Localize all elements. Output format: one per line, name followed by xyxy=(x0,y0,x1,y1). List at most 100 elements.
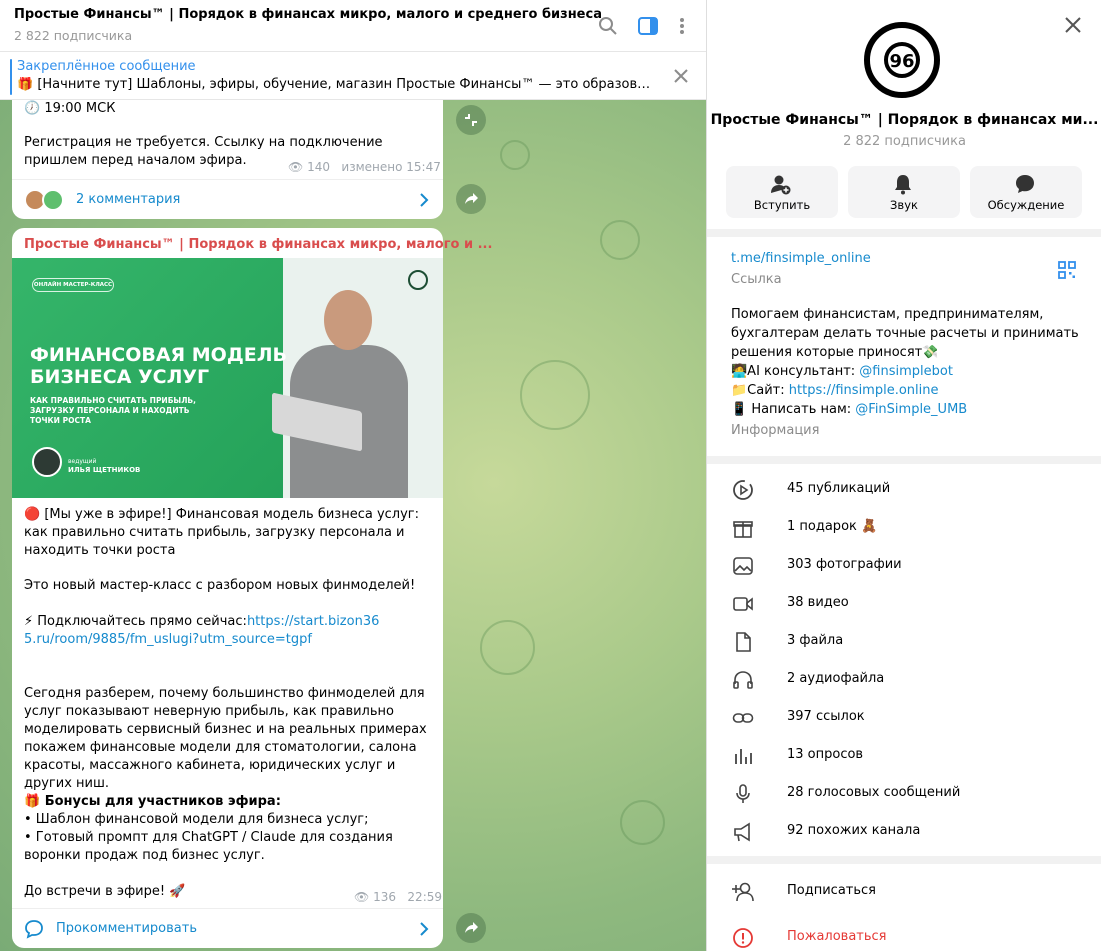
banner-headline: БИЗНЕСА УСЛУГ xyxy=(30,366,210,388)
website-link[interactable]: https://finsimple.online xyxy=(789,383,939,398)
message-time: 22:59 xyxy=(407,890,443,904)
banner-subline: КАК ПРАВИЛЬНО СЧИТАТЬ ПРИБЫЛЬ, ЗАГРУЗКУ … xyxy=(30,396,196,425)
brand-logo-icon xyxy=(408,270,428,290)
add-user-icon xyxy=(732,882,754,902)
edited-time: изменено 15:47 xyxy=(341,160,441,174)
channel-subscribers: 2 822 подписчика xyxy=(843,134,966,149)
description-line: 📱 Написать нам: @FinSimple_UMB xyxy=(731,402,968,417)
headphones-icon xyxy=(733,671,753,689)
view-count: 136 xyxy=(373,890,396,904)
pinned-indicator xyxy=(10,59,12,95)
channel-name: Простые Финансы™ | Порядок в финансах ми… xyxy=(710,112,1099,128)
banner-headline: ФИНАНСОВАЯ МОДЕЛЬ xyxy=(30,344,288,366)
host-name: ИЛЬЯ ЩЕТНИКОВ xyxy=(68,466,141,474)
share-icon[interactable] xyxy=(456,913,486,943)
comment-cta: Прокомментировать xyxy=(56,921,197,936)
photo-icon xyxy=(733,557,753,575)
gift-icon xyxy=(733,521,753,538)
description-line: 🧑‍💻AI консультант: @finsimplebot xyxy=(731,364,953,379)
join-label: Вступить xyxy=(753,198,811,212)
play-circle-icon xyxy=(733,480,753,500)
message-bubble: 🕖 19:00 МСК Регистрация не требуется. Сс… xyxy=(12,100,443,219)
warning-icon xyxy=(733,928,753,948)
discussion-label: Обсуждение xyxy=(987,198,1065,212)
channel-header: 96 Простые Финансы™ | Порядок в финансах… xyxy=(707,0,1101,229)
qr-code-icon[interactable] xyxy=(1058,261,1076,279)
views-meta: 👁 136 22:59 xyxy=(354,890,442,904)
video-icon xyxy=(733,597,753,611)
bonus-item: • Готовый промпт для ChatGPT / Claude дл… xyxy=(24,830,393,863)
message-text: Это новый мастер-класс с разбором новых … xyxy=(24,578,416,593)
host-label: ведущий xyxy=(68,458,97,465)
commenter-avatar xyxy=(42,189,64,211)
row-similar-channels[interactable]: 92 похожих канала xyxy=(707,812,1101,850)
row-audio[interactable]: 2 аудиофайла xyxy=(707,660,1101,698)
channel-link[interactable]: t.me/finsimple_online xyxy=(731,249,871,268)
row-videos[interactable]: 38 видео xyxy=(707,584,1101,622)
row-publications[interactable]: 45 публикаций xyxy=(707,470,1101,508)
sidebar-toggle-icon[interactable] xyxy=(635,13,661,39)
discussion-button[interactable]: Обсуждение xyxy=(970,166,1082,218)
microphone-icon xyxy=(736,784,750,803)
bonus-title: 🎁 Бонусы для участников эфира: xyxy=(24,794,281,809)
join-button[interactable]: Вступить xyxy=(726,166,838,218)
row-voice[interactable]: 28 голосовых сообщений xyxy=(707,774,1101,812)
chat-title[interactable]: Простые Финансы™ | Порядок в финансах ми… xyxy=(14,7,602,22)
share-icon[interactable] xyxy=(456,184,486,214)
file-icon xyxy=(736,632,751,652)
view-count: 140 xyxy=(307,160,330,174)
row-photos[interactable]: 303 фотографии xyxy=(707,546,1101,584)
views-meta: 👁 140 изменено 15:47 xyxy=(288,160,441,174)
message-author[interactable]: Простые Финансы™ | Порядок в финансах ми… xyxy=(24,237,492,252)
contact-link[interactable]: @FinSimple_UMB xyxy=(855,402,967,417)
search-icon[interactable] xyxy=(595,13,621,39)
message-text: 🔴 [Мы уже в эфире!] Финансовая модель би… xyxy=(24,507,420,558)
eye-icon: 👁 xyxy=(288,160,304,174)
ai-bot-link[interactable]: @finsimplebot xyxy=(859,364,953,379)
close-pinned-icon[interactable] xyxy=(672,67,690,85)
channel-info-panel: 96 Простые Финансы™ | Порядок в финансах… xyxy=(706,0,1101,951)
comment-row[interactable]: Прокомментировать xyxy=(12,908,443,948)
eye-icon: 👁 xyxy=(354,890,370,904)
message-text: Сегодня разберем, почему большинство фин… xyxy=(24,686,427,791)
comment-icon xyxy=(25,920,43,939)
message-bubble: Простые Финансы™ | Порядок в финансах ми… xyxy=(12,228,492,948)
bonus-item: • Шаблон финансовой модели для бизнеса у… xyxy=(24,812,369,827)
chat-pane: Простые Финансы™ | Порядок в финансах ми… xyxy=(0,0,706,951)
info-caption: Информация xyxy=(731,423,820,438)
chat-header[interactable]: Простые Финансы™ | Порядок в финансах ми… xyxy=(0,0,706,52)
row-files[interactable]: 3 файла xyxy=(707,622,1101,660)
post-image[interactable]: ОНЛАЙН МАСТЕР-КЛАСС ФИНАНСОВАЯ МОДЕЛЬ БИ… xyxy=(12,258,443,498)
description-line: Помогаем финансистам, предпринимателям, xyxy=(731,307,1044,322)
link-caption: Ссылка xyxy=(731,272,782,287)
chat-bubble-icon xyxy=(1016,175,1034,193)
svg-text:96: 96 xyxy=(889,51,914,72)
chevron-right-icon xyxy=(420,193,429,207)
close-icon[interactable] xyxy=(1064,16,1082,34)
sound-button[interactable]: Звук xyxy=(848,166,960,218)
pinned-message-bar[interactable]: Закреплённое сообщение 🎁 [Начните тут] Ш… xyxy=(0,53,706,100)
comments-count: 2 комментария xyxy=(76,192,181,207)
message-text: До встречи в эфире! 🚀 xyxy=(24,884,186,899)
message-text: 🕖 19:00 МСК xyxy=(24,101,116,116)
link-icon xyxy=(732,713,754,723)
row-links[interactable]: 397 ссылок xyxy=(707,698,1101,736)
comments-row[interactable]: 2 комментария xyxy=(12,179,443,219)
subscribe-row[interactable]: Подписаться xyxy=(707,872,1101,910)
sound-label: Звук xyxy=(890,198,918,212)
chat-subscriber-count: 2 822 подписчика xyxy=(14,28,133,43)
row-polls[interactable]: 13 опросов xyxy=(707,736,1101,774)
more-vertical-icon[interactable] xyxy=(669,13,695,39)
media-counts: 45 публикаций 1 подарок 🧸 303 фотографии… xyxy=(707,464,1101,856)
description-line: бухгалтерам делать точные расчеты и прин… xyxy=(731,326,1079,341)
pinned-text: 🎁 [Начните тут] Шаблоны, эфиры, обучение… xyxy=(17,77,657,92)
megaphone-icon xyxy=(734,822,750,842)
pinned-title: Закреплённое сообщение xyxy=(17,59,196,74)
channel-avatar[interactable]: 96 xyxy=(864,22,940,98)
description-line: 📁Сайт: https://finsimple.online xyxy=(731,383,939,398)
presenter-photo xyxy=(272,290,412,498)
report-row[interactable]: Пожаловаться xyxy=(707,918,1101,951)
row-gifts[interactable]: 1 подарок 🧸 xyxy=(707,508,1101,546)
shrink-icon[interactable] xyxy=(456,105,486,135)
banner-badge: ОНЛАЙН МАСТЕР-КЛАСС xyxy=(32,278,114,292)
